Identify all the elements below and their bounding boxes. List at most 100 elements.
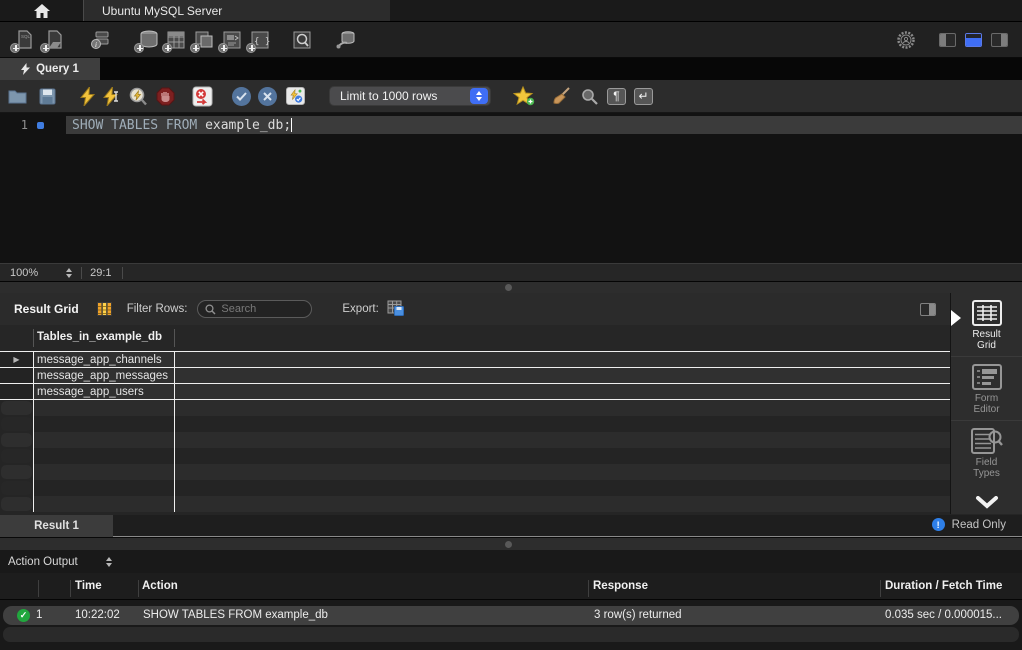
execute-current-statement-button[interactable] bbox=[103, 87, 120, 106]
rollback-button[interactable] bbox=[258, 87, 277, 106]
toggle-sidebar-button[interactable] bbox=[920, 303, 936, 316]
save-script-button[interactable] bbox=[39, 88, 56, 105]
column-divider[interactable] bbox=[174, 352, 175, 512]
editor-status-bar: 100% 29:1 bbox=[0, 263, 1022, 282]
action-output-panel: Action Output Time Action Response Durat… bbox=[0, 550, 1022, 650]
filter-grid-icon bbox=[97, 302, 112, 316]
cell-value[interactable]: message_app_users bbox=[33, 384, 174, 399]
broom-icon bbox=[552, 87, 571, 105]
sql-statement[interactable]: SHOW TABLES FROM example_db; bbox=[66, 116, 1022, 134]
result-grid-rows: ▶ message_app_channels message_app_messa… bbox=[0, 352, 950, 512]
plus-badge-icon bbox=[10, 43, 20, 53]
plus-badge-icon bbox=[218, 43, 228, 53]
explain-magnifier-icon bbox=[128, 87, 148, 106]
limit-rows-value: Limit to 1000 rows bbox=[330, 89, 470, 103]
server-status-button[interactable]: i bbox=[89, 29, 111, 51]
result-grid-panel: Result Grid Filter Rows: Export: bbox=[0, 293, 950, 515]
search-input[interactable] bbox=[221, 303, 304, 315]
svg-text:SQL: SQL bbox=[21, 34, 31, 39]
horizontal-splitter[interactable] bbox=[0, 537, 1022, 550]
save-snippet-button[interactable] bbox=[513, 86, 535, 106]
mysql-workbench-window: Ubuntu MySQL Server SQL i bbox=[0, 0, 1022, 650]
horizontal-splitter[interactable] bbox=[0, 282, 1022, 293]
col-header-time[interactable]: Time bbox=[75, 580, 102, 592]
col-header-duration[interactable]: Duration / Fetch Time bbox=[885, 580, 1002, 592]
tab-query-1[interactable]: Query 1 bbox=[0, 58, 100, 80]
info-icon: ! bbox=[932, 518, 945, 531]
cell-value[interactable]: message_app_messages bbox=[33, 368, 174, 383]
toggle-word-wrap-button[interactable]: ↵ bbox=[634, 88, 653, 105]
code-line-1: 1 SHOW TABLES FROM example_db; bbox=[0, 116, 1022, 134]
result-grid-toolbar: Result Grid Filter Rows: Export: bbox=[0, 293, 950, 325]
find-button[interactable] bbox=[581, 88, 598, 105]
explain-plan-button[interactable] bbox=[128, 87, 148, 106]
sidebar-item-field-types[interactable]: Field Types bbox=[951, 420, 1022, 484]
sql-keywords: SHOW TABLES FROM bbox=[72, 118, 205, 133]
home-icon bbox=[34, 4, 50, 18]
toggle-right-panel-button[interactable] bbox=[991, 33, 1008, 47]
row-selector-cell[interactable] bbox=[0, 384, 33, 399]
tab-result-1[interactable]: Result 1 bbox=[0, 515, 113, 537]
result-tab-bar: Result 1 ! Read Only bbox=[0, 515, 1022, 537]
toggle-autocommit-button[interactable] bbox=[286, 87, 305, 105]
sidebar-item-result-grid[interactable]: Result Grid bbox=[951, 293, 1022, 356]
create-table-button[interactable] bbox=[165, 29, 187, 51]
commit-button[interactable] bbox=[232, 87, 251, 106]
table-row[interactable]: ▶ message_app_channels bbox=[0, 352, 950, 368]
zoom-stepper[interactable] bbox=[66, 268, 72, 278]
action-row-duration: 0.035 sec / 0.000015... bbox=[885, 609, 1002, 621]
row-selector-cell[interactable]: ▶ bbox=[0, 352, 33, 367]
create-function-button[interactable]: { } bbox=[249, 29, 271, 51]
stop-query-button[interactable] bbox=[156, 87, 175, 106]
table-row[interactable]: message_app_messages bbox=[0, 368, 950, 384]
action-row-response: 3 row(s) returned bbox=[594, 609, 682, 621]
toggle-stop-on-error-button[interactable] bbox=[192, 86, 213, 107]
action-row-index: 1 bbox=[36, 609, 42, 621]
search-table-data-button[interactable] bbox=[291, 29, 313, 51]
output-selector-stepper[interactable] bbox=[106, 557, 112, 567]
col-header-action[interactable]: Action bbox=[142, 580, 178, 592]
row-selector-cell[interactable] bbox=[0, 368, 33, 383]
col-header-response[interactable]: Response bbox=[593, 580, 648, 592]
column-divider bbox=[33, 352, 34, 512]
action-output-row[interactable]: ✓ 1 10:22:02 SHOW TABLES FROM example_db… bbox=[3, 606, 1019, 625]
connection-tab[interactable]: Ubuntu MySQL Server bbox=[84, 0, 390, 21]
toggle-bottom-panel-button[interactable] bbox=[965, 33, 982, 47]
table-row[interactable]: message_app_users bbox=[0, 384, 950, 400]
create-procedure-button[interactable] bbox=[221, 29, 243, 51]
create-schema-button[interactable] bbox=[137, 29, 159, 51]
result-section: Result Grid Filter Rows: Export: bbox=[0, 293, 1022, 537]
cell-value[interactable]: message_app_channels bbox=[33, 352, 174, 367]
commit-check-icon bbox=[236, 92, 247, 101]
filter-search-box[interactable] bbox=[197, 300, 312, 318]
action-row-action: SHOW TABLES FROM example_db bbox=[143, 609, 328, 621]
open-sql-script-button[interactable] bbox=[43, 29, 65, 51]
action-output-column-headers: Time Action Response Duration / Fetch Ti… bbox=[0, 573, 1022, 600]
database-tools-button[interactable] bbox=[335, 29, 357, 51]
empty-row bbox=[0, 448, 950, 464]
export-button[interactable] bbox=[387, 300, 404, 319]
limit-rows-dropdown[interactable]: Limit to 1000 rows bbox=[329, 86, 491, 106]
svg-text:{ }: { } bbox=[254, 37, 270, 47]
new-query-tab-button[interactable]: SQL bbox=[13, 29, 35, 51]
toggle-invisible-chars-button[interactable]: ¶ bbox=[607, 88, 626, 105]
plus-badge-icon bbox=[162, 43, 172, 53]
home-tab[interactable] bbox=[0, 0, 84, 21]
chevron-down-icon bbox=[975, 496, 999, 509]
sidebar-item-form-editor[interactable]: Form Editor bbox=[951, 356, 1022, 420]
beautify-query-button[interactable] bbox=[552, 87, 571, 105]
svg-text:i: i bbox=[95, 41, 97, 49]
open-script-button[interactable] bbox=[8, 89, 27, 104]
empty-output-row bbox=[3, 627, 1019, 642]
create-view-button[interactable] bbox=[193, 29, 215, 51]
sql-editor[interactable]: 1 SHOW TABLES FROM example_db; bbox=[0, 113, 1022, 263]
folder-icon bbox=[8, 89, 27, 104]
sidebar-label: Result Grid bbox=[965, 329, 1009, 351]
action-output-header: Action Output bbox=[0, 550, 1022, 573]
plus-badge-icon bbox=[40, 43, 50, 53]
sidebar-expand-button[interactable] bbox=[975, 496, 999, 512]
toggle-left-panel-button[interactable] bbox=[939, 33, 956, 47]
execute-query-button[interactable] bbox=[80, 87, 95, 106]
form-editor-icon bbox=[972, 364, 1002, 390]
column-header-tables-in-example-db[interactable]: Tables_in_example_db bbox=[37, 331, 162, 343]
